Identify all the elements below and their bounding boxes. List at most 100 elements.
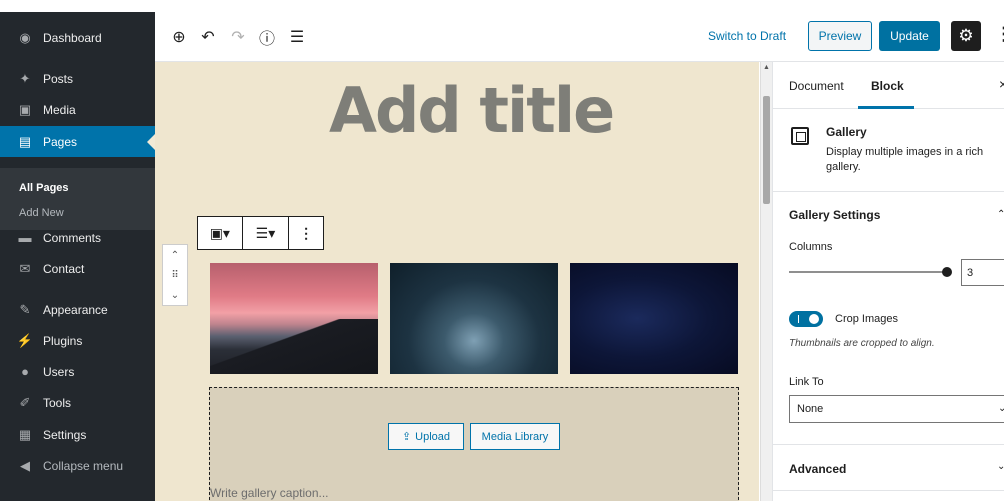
- settings-gear-icon[interactable]: ⚙: [951, 21, 981, 51]
- block-toolbar: ▣▾ ☰▾ ⋮: [197, 216, 324, 250]
- sidebar-item-label: Tools: [43, 395, 72, 410]
- pages-submenu: All Pages Add New: [0, 168, 155, 230]
- gallery-block-switcher-icon[interactable]: ▣▾: [198, 217, 242, 249]
- tab-block[interactable]: Block: [871, 79, 904, 93]
- preview-button[interactable]: Preview: [808, 21, 872, 51]
- crop-images-label: Crop Images: [835, 313, 898, 325]
- undo-icon[interactable]: ↶: [197, 26, 219, 48]
- gallery-image-night-sky[interactable]: [570, 263, 738, 374]
- chevron-down-icon[interactable]: ⌄: [997, 461, 1004, 472]
- plugin-icon: ⚡: [16, 332, 34, 348]
- sidebar-item-contact[interactable]: ✉ Contact: [0, 253, 155, 284]
- mail-icon: ✉: [19, 260, 31, 276]
- sidebar-item-comments[interactable]: ▬ Comments: [0, 222, 155, 253]
- settings-sidebar: Document Block × Gallery Display multipl…: [772, 62, 1004, 501]
- drag-handle-icon[interactable]: ⠿: [171, 270, 178, 281]
- settings-tabs: Document Block ×: [773, 62, 1004, 109]
- sidebar-item-label: Users: [43, 364, 75, 379]
- link-to-value: None: [797, 403, 824, 415]
- advanced-section-header[interactable]: Advanced: [789, 462, 846, 476]
- crop-images-toggle[interactable]: [789, 311, 823, 327]
- scroll-up-icon[interactable]: ▲: [763, 64, 770, 71]
- gallery-image-mountains[interactable]: [210, 263, 378, 374]
- close-icon[interactable]: ×: [999, 76, 1004, 92]
- upload-label: Upload: [415, 430, 451, 443]
- update-button[interactable]: Update: [879, 21, 940, 51]
- link-to-select[interactable]: None ⌄: [789, 395, 1004, 423]
- block-name: Gallery: [826, 125, 867, 139]
- block-more-options-icon[interactable]: ⋮: [289, 217, 323, 249]
- list-view-icon[interactable]: ☰: [286, 26, 308, 48]
- collapse-menu-button[interactable]: ◀ Collapse menu: [0, 450, 155, 481]
- chevron-up-icon[interactable]: ⌃: [997, 209, 1004, 220]
- move-down-icon[interactable]: ⌄: [171, 290, 179, 301]
- divider: [773, 490, 1004, 491]
- paintbrush-icon: ✎: [19, 301, 31, 317]
- pushpin-icon: ✦: [19, 70, 31, 86]
- sidebar-item-plugins[interactable]: ⚡ Plugins: [0, 325, 155, 356]
- gallery-settings-header[interactable]: Gallery Settings: [789, 208, 880, 222]
- switch-to-draft-button[interactable]: Switch to Draft: [708, 29, 786, 43]
- link-to-label: Link To: [789, 376, 824, 388]
- canvas-scrollbar[interactable]: ▲: [760, 62, 772, 501]
- sidebar-item-label: Media: [43, 102, 76, 117]
- upload-button[interactable]: ⇪ Upload: [388, 423, 464, 450]
- sidebar-item-label: Pages: [43, 134, 78, 149]
- divider: [773, 191, 1004, 192]
- sidebar-item-label: Dashboard: [43, 30, 102, 45]
- users-icon: ●: [21, 364, 29, 379]
- gallery-image-city-street[interactable]: [390, 263, 558, 374]
- columns-number-input[interactable]: 3: [961, 259, 1004, 286]
- sidebar-item-media[interactable]: ▣ Media: [0, 94, 155, 125]
- sidebar-item-posts[interactable]: ✦ Posts: [0, 63, 155, 94]
- sidebar-item-label: Contact: [43, 261, 85, 276]
- scroll-thumb[interactable]: [763, 96, 770, 204]
- sidebar-item-settings[interactable]: ▦ Settings: [0, 419, 155, 450]
- sidebar-item-pages[interactable]: ▤ Pages: [0, 126, 155, 157]
- sidebar-item-users[interactable]: ● Users: [0, 356, 155, 387]
- columns-slider-track[interactable]: [789, 271, 949, 273]
- columns-label: Columns: [789, 241, 833, 253]
- divider: [773, 444, 1004, 445]
- submenu-add-new[interactable]: Add New: [19, 207, 64, 219]
- crop-images-help: Thumbnails are cropped to align.: [789, 338, 935, 349]
- editor-toolbar: ⊕ ↶ ↷ ⓘ ☰ Switch to Draft Preview Update…: [155, 12, 1004, 62]
- upload-icon: ⇪: [401, 431, 412, 443]
- tab-document[interactable]: Document: [789, 79, 844, 93]
- sidebar-item-label: Comments: [43, 230, 102, 245]
- dashboard-icon: ◉: [19, 29, 31, 45]
- info-icon[interactable]: ⓘ: [256, 26, 278, 48]
- redo-icon[interactable]: ↷: [227, 26, 249, 48]
- editor-canvas: Add title ▣▾ ☰▾ ⋮ ⌃ ⠿ ⌄ ⇪ Upload Media L…: [155, 62, 759, 501]
- wrench-icon: ✐: [19, 394, 31, 410]
- active-tab-indicator: [858, 106, 914, 109]
- sidebar-item-tools[interactable]: ✐ Tools: [0, 387, 155, 418]
- block-mover: ⌃ ⠿ ⌄: [162, 244, 188, 306]
- post-title-input[interactable]: Add title: [329, 74, 615, 147]
- add-block-icon[interactable]: ⊕: [168, 26, 190, 48]
- media-library-button[interactable]: Media Library: [470, 423, 560, 450]
- settings-icon: ▦: [18, 426, 32, 442]
- gallery-upload-zone: ⇪ Upload Media Library: [209, 387, 739, 501]
- move-up-icon[interactable]: ⌃: [171, 250, 179, 261]
- gallery-caption-input[interactable]: Write gallery caption...: [210, 486, 329, 500]
- more-options-icon[interactable]: ⋮: [995, 24, 1004, 45]
- columns-slider-thumb[interactable]: [942, 267, 952, 277]
- comment-icon: ▬: [18, 230, 32, 245]
- submenu-all-pages[interactable]: All Pages: [19, 182, 69, 194]
- block-description: Display multiple images in a rich galler…: [826, 146, 984, 173]
- pages-icon: ▤: [18, 133, 32, 149]
- sidebar-item-label: Settings: [43, 427, 87, 442]
- align-icon[interactable]: ☰▾: [243, 217, 289, 249]
- chevron-down-icon: ⌄: [998, 403, 1004, 414]
- sidebar-item-label: Collapse menu: [43, 458, 124, 473]
- sidebar-item-dashboard[interactable]: ◉ Dashboard: [0, 22, 155, 53]
- admin-sidebar: ◉ Dashboard ✦ Posts ▣ Media ▤ Pages All …: [0, 12, 155, 501]
- sidebar-item-label: Posts: [43, 71, 74, 86]
- sidebar-item-label: Appearance: [43, 302, 108, 317]
- media-icon: ▣: [18, 101, 32, 117]
- gallery-icon: [791, 127, 809, 145]
- collapse-icon: ◀: [20, 457, 30, 473]
- sidebar-item-label: Plugins: [43, 333, 83, 348]
- sidebar-item-appearance[interactable]: ✎ Appearance: [0, 294, 155, 325]
